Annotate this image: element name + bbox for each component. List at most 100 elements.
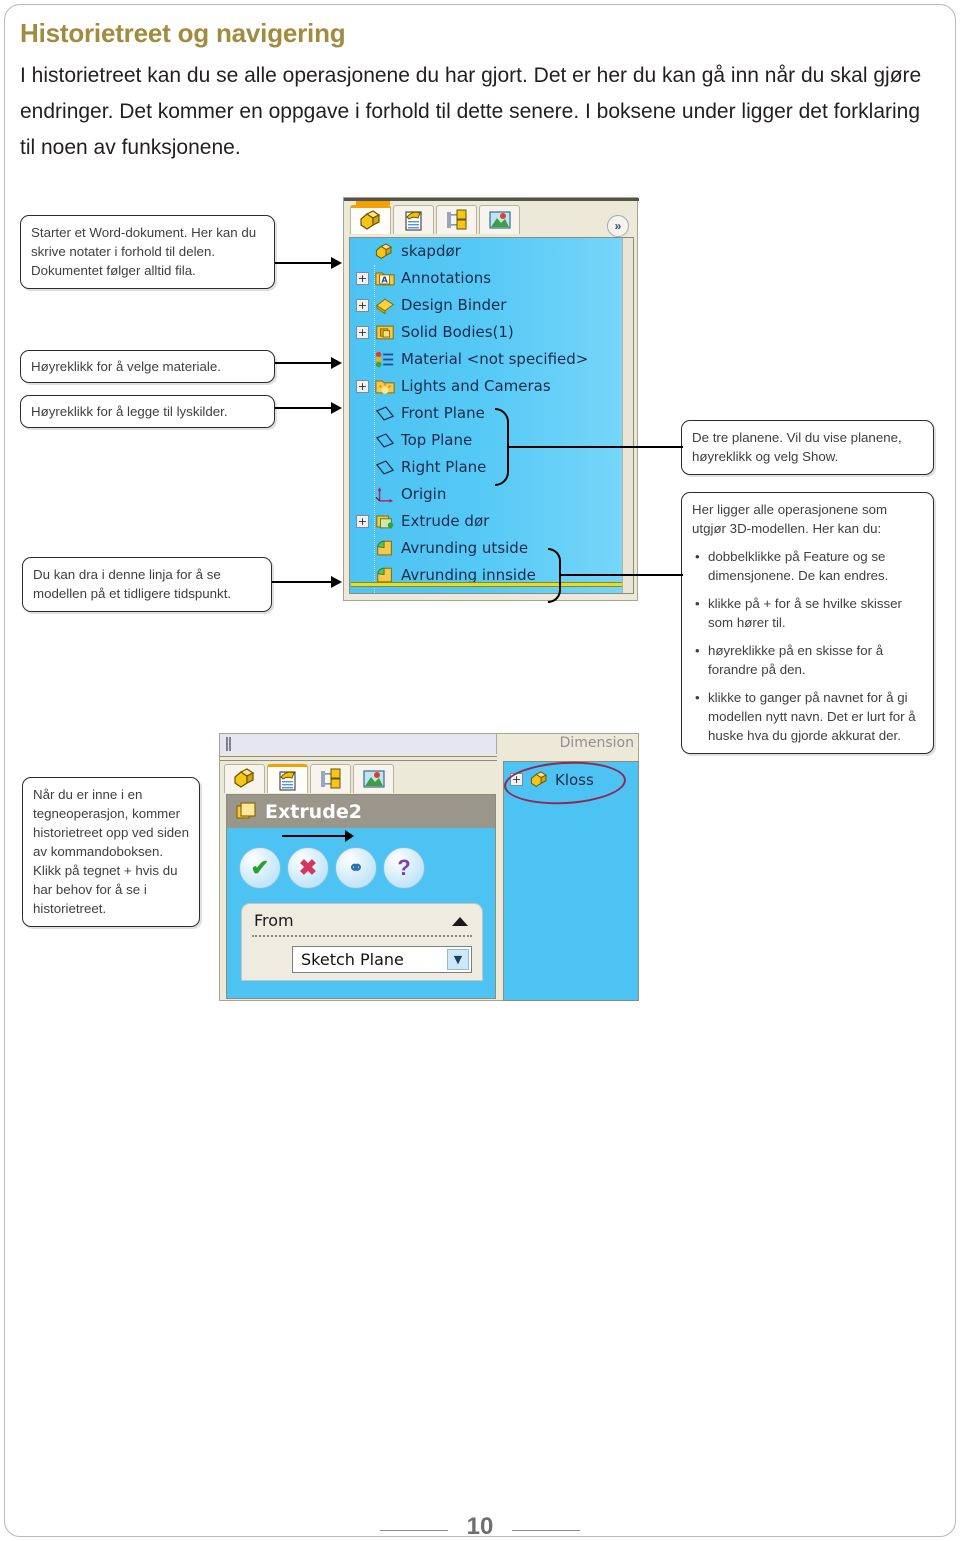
tree-item-label: Annotations	[401, 269, 492, 287]
callout-features: Her ligger alle operasjonene som utgjør …	[681, 492, 934, 754]
callout-planes: De tre planene. Vil du vise planene, høy…	[681, 420, 934, 475]
expand-panel-button[interactable]: »	[607, 215, 629, 237]
tree-item-label: Right Plane	[401, 458, 487, 476]
tree-item-design-binder[interactable]: + Design Binder	[350, 292, 633, 319]
tree-item-fillet-outside[interactable]: + Avrunding utside	[350, 535, 633, 562]
expand-toggle[interactable]: +	[356, 380, 369, 393]
tree-item-part[interactable]: + skapdør	[350, 238, 633, 265]
tree-item-front-plane[interactable]: + Front Plane	[350, 400, 633, 427]
callout-lead-text: Her ligger alle operasjonene som utgjør …	[692, 502, 888, 536]
tree-item-extrude[interactable]: + Extrude dør	[350, 508, 633, 535]
feature-manager-screenshot: » + skapdør + A Annotations + Design Bin…	[343, 197, 639, 601]
tree-item-solid-bodies[interactable]: + Solid Bodies(1)	[350, 319, 633, 346]
ok-button[interactable]: ✔	[239, 847, 281, 889]
tree-item-label: Design Binder	[401, 296, 507, 314]
annotation-arrow	[282, 830, 354, 842]
property-clipboard-icon	[404, 211, 422, 231]
tree-item-label: Avrunding utside	[401, 539, 529, 557]
svg-text:A: A	[381, 275, 388, 285]
feature-tree-icon	[359, 210, 380, 230]
chevron-down-icon[interactable]: ▼	[447, 949, 469, 970]
display-image-icon	[488, 211, 511, 229]
tree-item-label: Front Plane	[401, 404, 485, 422]
arrowhead-lights	[331, 402, 342, 414]
property-manager-tabbar	[224, 764, 494, 796]
property-manager-panel: Extrude2 ✔ ✖ ⚭ ? From Sketch Plane ▼	[226, 794, 496, 999]
toolbar-grip-handle[interactable]	[226, 737, 231, 751]
from-select-value: Sketch Plane	[301, 950, 404, 969]
tree-item-right-plane[interactable]: + Right Plane	[350, 454, 633, 481]
property-manager-tab[interactable]	[267, 764, 308, 793]
tree-item-lights-cameras[interactable]: + Lights and Cameras	[350, 373, 633, 400]
callout-rollback: Du kan dra i denne linja for å se modell…	[22, 557, 272, 612]
plane-icon	[374, 458, 395, 477]
highlight-ellipse	[502, 758, 628, 808]
preview-button[interactable]: ⚭	[335, 847, 377, 889]
callout-text: De tre planene. Vil du vise planene, høy…	[692, 430, 902, 464]
callout-lights: Høyreklikk for å legge til lyskilder.	[20, 395, 275, 428]
display-manager-tab[interactable]	[353, 764, 394, 793]
connector-rollback	[272, 581, 332, 583]
tree-scrollbar[interactable]	[622, 238, 633, 593]
expand-toggle[interactable]: +	[356, 272, 369, 285]
extrude-icon	[235, 801, 257, 822]
fillet-icon	[374, 539, 395, 558]
tree-item-label: Lights and Cameras	[401, 377, 551, 395]
connector-lights	[275, 407, 332, 409]
connector-material	[275, 362, 332, 364]
from-group: From Sketch Plane ▼	[241, 903, 483, 981]
connector-features	[560, 574, 683, 576]
property-manager-tab[interactable]	[393, 205, 434, 234]
tree-item-annotations[interactable]: + A Annotations	[350, 265, 633, 292]
expand-toggle[interactable]: +	[356, 326, 369, 339]
brace-planes	[495, 408, 509, 486]
feature-tree[interactable]: + skapdør + A Annotations + Design Binde…	[349, 237, 634, 594]
tree-item-label: skapdør	[401, 242, 461, 260]
tree-item-label: Material <not specified>	[401, 350, 589, 368]
chevron-up-icon[interactable]	[452, 917, 468, 926]
connector-word-document	[275, 262, 332, 264]
page-number: 10	[466, 1513, 494, 1540]
tree-item-label: Origin	[401, 485, 447, 503]
tree-item-material[interactable]: + Material <not specified>	[350, 346, 633, 373]
expand-toggle[interactable]: +	[356, 299, 369, 312]
rollback-bar[interactable]	[351, 582, 623, 587]
property-clipboard-icon	[278, 771, 296, 791]
configuration-manager-tab[interactable]	[436, 205, 477, 234]
list-item: klikke to ganger på navnet for å gi mode…	[695, 688, 923, 745]
intro-paragraph: I historietreet kan du se alle operasjon…	[20, 64, 922, 159]
lights-icon	[374, 377, 395, 396]
annotations-icon: A	[374, 269, 395, 288]
sketch-toolbar-strip	[220, 734, 497, 754]
tree-item-label: Top Plane	[401, 431, 473, 449]
panel-divider	[220, 756, 497, 761]
sketch-mode-feature-tree[interactable]: + Kloss	[502, 758, 639, 1001]
callout-bullet-list: dobbelklikke på Feature og se dimensjone…	[692, 547, 923, 745]
binder-icon	[374, 296, 395, 315]
display-manager-tab[interactable]	[479, 205, 520, 234]
expand-toggle[interactable]: +	[356, 515, 369, 528]
from-select[interactable]: Sketch Plane ▼	[292, 946, 472, 973]
cancel-button[interactable]: ✖	[287, 847, 329, 889]
property-manager-title: Extrude2	[265, 800, 362, 823]
connector-planes	[508, 446, 683, 448]
help-button[interactable]: ?	[383, 847, 425, 889]
tree-item-top-plane[interactable]: + Top Plane	[350, 427, 633, 454]
group-separator	[252, 935, 472, 937]
feature-tree-icon	[233, 768, 254, 788]
arrowhead-material	[331, 357, 342, 369]
list-item: klikke på + for å se hvilke skisser som …	[695, 594, 923, 632]
page-title: Historietreet og navigering	[20, 18, 346, 48]
plane-icon	[374, 431, 395, 450]
glasses-icon: ⚭	[348, 857, 364, 879]
tree-item-origin[interactable]: + Origin	[350, 481, 633, 508]
feature-manager-tab[interactable]	[224, 764, 265, 793]
callout-sketch-mode: Når du er inne i en tegneoperasjon, komm…	[22, 777, 200, 927]
dimension-label: Dimension	[559, 735, 634, 751]
feature-manager-tab[interactable]	[350, 205, 391, 234]
configuration-manager-tab[interactable]	[310, 764, 351, 793]
callout-word-document: Starter et Word-dokument. Her kan du skr…	[20, 215, 275, 289]
part-icon	[374, 242, 395, 261]
footer-rule-left	[380, 1530, 448, 1531]
question-icon: ?	[397, 855, 411, 880]
